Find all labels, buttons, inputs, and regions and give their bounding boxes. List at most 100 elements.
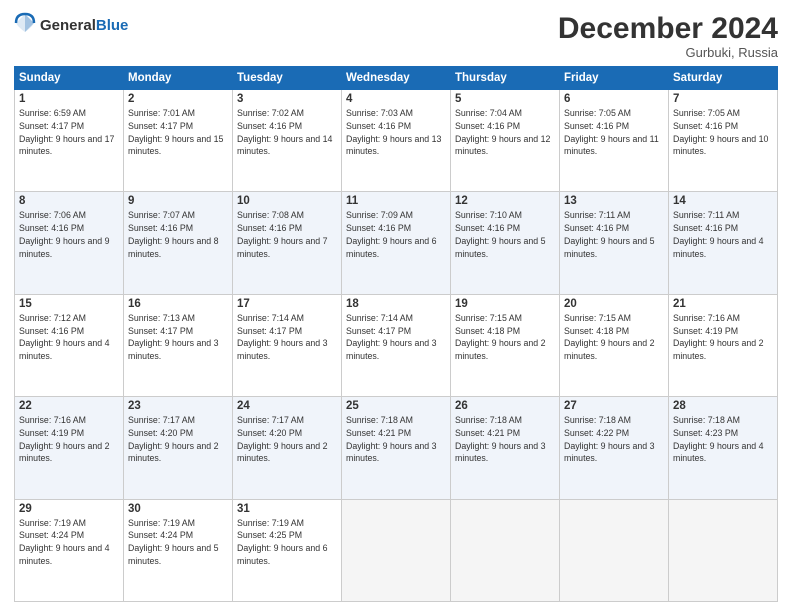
table-row: 20 Sunrise: 7:15 AMSunset: 4:18 PMDayligh… — [560, 294, 669, 396]
table-row: 17 Sunrise: 7:14 AMSunset: 4:17 PMDayligh… — [233, 294, 342, 396]
top-row: GeneralBlue December 2024 Gurbuki, Russi… — [14, 12, 778, 60]
day-info: Sunrise: 7:12 AMSunset: 4:16 PMDaylight:… — [19, 312, 119, 363]
day-number: 6 — [564, 93, 664, 105]
day-info: Sunrise: 7:09 AMSunset: 4:16 PMDaylight:… — [346, 209, 446, 260]
day-number: 29 — [19, 503, 119, 515]
day-number: 13 — [564, 195, 664, 207]
col-friday: Friday — [560, 67, 669, 90]
table-row: 1 Sunrise: 6:59 AMSunset: 4:17 PMDaylight… — [15, 90, 124, 192]
table-row: 8 Sunrise: 7:06 AMSunset: 4:16 PMDaylight… — [15, 192, 124, 294]
table-row: 26Sunrise: 7:18 AMSunset: 4:21 PMDayligh… — [451, 397, 560, 499]
day-info: Sunrise: 7:13 AMSunset: 4:17 PMDaylight:… — [128, 312, 228, 363]
table-row: 3 Sunrise: 7:02 AMSunset: 4:16 PMDaylight… — [233, 90, 342, 192]
day-info: Sunrise: 7:19 AMSunset: 4:24 PMDaylight:… — [128, 517, 228, 568]
day-number: 3 — [237, 93, 337, 105]
day-info: Sunrise: 7:17 AMSunset: 4:20 PMDaylight:… — [128, 414, 228, 465]
table-row — [669, 499, 778, 601]
day-number: 18 — [346, 298, 446, 310]
day-number: 1 — [19, 93, 119, 105]
day-info: Sunrise: 6:59 AMSunset: 4:17 PMDaylight:… — [19, 107, 119, 158]
week-row-3: 15 Sunrise: 7:12 AMSunset: 4:16 PMDayligh… — [15, 294, 778, 396]
day-number: 12 — [455, 195, 555, 207]
day-number: 19 — [455, 298, 555, 310]
day-number: 21 — [673, 298, 773, 310]
day-number: 24 — [237, 400, 337, 412]
day-info: Sunrise: 7:06 AMSunset: 4:16 PMDaylight:… — [19, 209, 119, 260]
day-number: 25 — [346, 400, 446, 412]
week-row-1: 1 Sunrise: 6:59 AMSunset: 4:17 PMDaylight… — [15, 90, 778, 192]
day-info: Sunrise: 7:10 AMSunset: 4:16 PMDaylight:… — [455, 209, 555, 260]
logo-blue: Blue — [96, 17, 129, 34]
day-number: 10 — [237, 195, 337, 207]
day-info: Sunrise: 7:19 AMSunset: 4:25 PMDaylight:… — [237, 517, 337, 568]
col-monday: Monday — [124, 67, 233, 90]
table-row: 30 Sunrise: 7:19 AMSunset: 4:24 PMDayligh… — [124, 499, 233, 601]
location: Gurbuki, Russia — [558, 45, 778, 60]
day-number: 11 — [346, 195, 446, 207]
table-row: 31Sunrise: 7:19 AMSunset: 4:25 PMDayligh… — [233, 499, 342, 601]
table-row: 23 Sunrise: 7:17 AMSunset: 4:20 PMDayligh… — [124, 397, 233, 499]
table-row: 16Sunrise: 7:13 AMSunset: 4:17 PMDayligh… — [124, 294, 233, 396]
table-row — [342, 499, 451, 601]
day-number: 23 — [128, 400, 228, 412]
day-info: Sunrise: 7:04 AMSunset: 4:16 PMDaylight:… — [455, 107, 555, 158]
day-number: 2 — [128, 93, 228, 105]
day-number: 26 — [455, 400, 555, 412]
day-number: 8 — [19, 195, 119, 207]
logo-text: GeneralBlue — [40, 17, 128, 35]
table-row: 28 Sunrise: 7:18 AMSunset: 4:23 PMDayligh… — [669, 397, 778, 499]
day-info: Sunrise: 7:01 AMSunset: 4:17 PMDaylight:… — [128, 107, 228, 158]
week-row-5: 29 Sunrise: 7:19 AMSunset: 4:24 PMDayligh… — [15, 499, 778, 601]
table-row: 12 Sunrise: 7:10 AMSunset: 4:16 PMDayligh… — [451, 192, 560, 294]
month-title: December 2024 — [558, 12, 778, 45]
table-row: 24 Sunrise: 7:17 AMSunset: 4:20 PMDayligh… — [233, 397, 342, 499]
day-info: Sunrise: 7:15 AMSunset: 4:18 PMDaylight:… — [564, 312, 664, 363]
day-info: Sunrise: 7:16 AMSunset: 4:19 PMDaylight:… — [19, 414, 119, 465]
table-row: 6Sunrise: 7:05 AMSunset: 4:16 PMDaylight… — [560, 90, 669, 192]
day-number: 4 — [346, 93, 446, 105]
table-row: 27Sunrise: 7:18 AMSunset: 4:22 PMDayligh… — [560, 397, 669, 499]
day-info: Sunrise: 7:16 AMSunset: 4:19 PMDaylight:… — [673, 312, 773, 363]
day-info: Sunrise: 7:17 AMSunset: 4:20 PMDaylight:… — [237, 414, 337, 465]
day-info: Sunrise: 7:15 AMSunset: 4:18 PMDaylight:… — [455, 312, 555, 363]
day-number: 22 — [19, 400, 119, 412]
col-saturday: Saturday — [669, 67, 778, 90]
day-info: Sunrise: 7:19 AMSunset: 4:24 PMDaylight:… — [19, 517, 119, 568]
table-row: 25 Sunrise: 7:18 AMSunset: 4:21 PMDayligh… — [342, 397, 451, 499]
table-row: 22 Sunrise: 7:16 AMSunset: 4:19 PMDayligh… — [15, 397, 124, 499]
day-number: 28 — [673, 400, 773, 412]
title-block: December 2024 Gurbuki, Russia — [558, 12, 778, 60]
table-row: 13 Sunrise: 7:11 AMSunset: 4:16 PMDayligh… — [560, 192, 669, 294]
table-row: 10 Sunrise: 7:08 AMSunset: 4:16 PMDayligh… — [233, 192, 342, 294]
day-info: Sunrise: 7:11 AMSunset: 4:16 PMDaylight:… — [673, 209, 773, 260]
logo-general: General — [40, 17, 96, 34]
day-number: 27 — [564, 400, 664, 412]
day-info: Sunrise: 7:11 AMSunset: 4:16 PMDaylight:… — [564, 209, 664, 260]
day-info: Sunrise: 7:05 AMSunset: 4:16 PMDaylight:… — [673, 107, 773, 158]
table-row: 11 Sunrise: 7:09 AMSunset: 4:16 PMDayligh… — [342, 192, 451, 294]
day-number: 15 — [19, 298, 119, 310]
calendar-table: Sunday Monday Tuesday Wednesday Thursday… — [14, 66, 778, 602]
table-row: 29 Sunrise: 7:19 AMSunset: 4:24 PMDayligh… — [15, 499, 124, 601]
day-info: Sunrise: 7:03 AMSunset: 4:16 PMDaylight:… — [346, 107, 446, 158]
table-row: 4 Sunrise: 7:03 AMSunset: 4:16 PMDaylight… — [342, 90, 451, 192]
table-row: 15 Sunrise: 7:12 AMSunset: 4:16 PMDayligh… — [15, 294, 124, 396]
table-row: 7Sunrise: 7:05 AMSunset: 4:16 PMDaylight… — [669, 90, 778, 192]
day-number: 14 — [673, 195, 773, 207]
day-info: Sunrise: 7:18 AMSunset: 4:23 PMDaylight:… — [673, 414, 773, 465]
table-row — [560, 499, 669, 601]
day-number: 20 — [564, 298, 664, 310]
logo-icon — [14, 12, 36, 39]
day-number: 17 — [237, 298, 337, 310]
day-info: Sunrise: 7:14 AMSunset: 4:17 PMDaylight:… — [237, 312, 337, 363]
day-info: Sunrise: 7:08 AMSunset: 4:16 PMDaylight:… — [237, 209, 337, 260]
day-number: 30 — [128, 503, 228, 515]
table-row — [451, 499, 560, 601]
table-row: 5Sunrise: 7:04 AMSunset: 4:16 PMDaylight… — [451, 90, 560, 192]
day-info: Sunrise: 7:18 AMSunset: 4:21 PMDaylight:… — [346, 414, 446, 465]
day-info: Sunrise: 7:07 AMSunset: 4:16 PMDaylight:… — [128, 209, 228, 260]
day-info: Sunrise: 7:02 AMSunset: 4:16 PMDaylight:… — [237, 107, 337, 158]
header-row: Sunday Monday Tuesday Wednesday Thursday… — [15, 67, 778, 90]
table-row: 9Sunrise: 7:07 AMSunset: 4:16 PMDaylight… — [124, 192, 233, 294]
week-row-2: 8 Sunrise: 7:06 AMSunset: 4:16 PMDaylight… — [15, 192, 778, 294]
